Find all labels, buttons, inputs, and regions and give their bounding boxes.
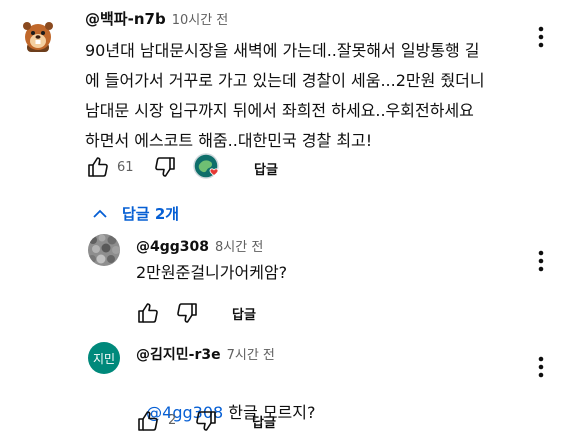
dislike-button[interactable] — [152, 154, 178, 180]
comment-more-button[interactable] — [529, 25, 553, 49]
reply-timestamp[interactable]: 7시간 전 — [227, 344, 275, 363]
more-vert-icon — [538, 250, 544, 272]
thumbs-down-icon — [177, 303, 197, 323]
dislike-button[interactable] — [174, 300, 200, 326]
like-button[interactable] — [135, 408, 161, 434]
comment-body: 90년대 남대문시장을 새벽에 가는데..잘못해서 일방통행 길 에 들어가서 … — [85, 36, 530, 156]
comment-line: 하면서 에스코트 해줌..대한민국 경찰 최고! — [85, 131, 373, 150]
comment-line: 에 들어가서 거꾸로 가고 있는데 경찰이 세움...2만원 줬더니 — [85, 71, 485, 90]
reply-author-handle[interactable]: @김지민-r3e — [136, 344, 221, 364]
reply-timestamp[interactable]: 8시간 전 — [215, 236, 263, 255]
reply-header: @4gg308 8시간 전 — [136, 236, 263, 255]
chevron-up-icon — [93, 209, 107, 218]
reply-button[interactable]: 답글 — [232, 304, 256, 323]
gravel-avatar-icon — [88, 234, 120, 266]
reply-avatar[interactable] — [88, 234, 120, 266]
thumbs-up-icon — [138, 411, 158, 431]
replies-toggle-label: 답글 2개 — [122, 205, 180, 223]
thumbs-up-icon — [138, 303, 158, 323]
more-vert-icon — [538, 26, 544, 48]
thumbs-down-icon — [155, 157, 175, 177]
like-count: 2 — [168, 413, 177, 428]
dislike-button[interactable] — [193, 408, 219, 434]
like-count: 61 — [117, 160, 134, 175]
reply-header: @김지민-r3e 7시간 전 — [136, 344, 275, 364]
comment-timestamp[interactable]: 10시간 전 — [172, 9, 229, 28]
reply-text: @4gg308 한글 모르지? — [136, 368, 315, 428]
comment-avatar[interactable] — [18, 15, 58, 55]
reply-button[interactable]: 답글 — [252, 412, 276, 431]
reply-avatar[interactable]: 지민 — [88, 342, 120, 374]
comment-line: 90년대 남대문시장을 새벽에 가는데..잘못해서 일방통행 길 — [85, 41, 480, 60]
comment-author-handle[interactable]: @백파-n7b — [85, 8, 166, 29]
creator-heart-badge[interactable] — [193, 153, 223, 183]
creator-avatar-heart-icon — [193, 153, 219, 179]
comment-line: 남대문 시장 입구까지 뒤에서 좌희전 하세요..우회전하세요 — [85, 101, 474, 120]
reply-more-button[interactable] — [529, 249, 553, 273]
reply-author-handle[interactable]: @4gg308 — [136, 239, 209, 255]
reply-text: 2만원준걸니가어케암? — [136, 263, 288, 282]
like-button[interactable] — [135, 300, 161, 326]
beaver-avatar-icon — [23, 22, 53, 52]
thumbs-down-icon — [196, 411, 216, 431]
like-button[interactable] — [85, 154, 111, 180]
reply-more-button[interactable] — [529, 355, 553, 379]
comment-header: @백파-n7b 10시간 전 — [85, 8, 228, 29]
thumbs-up-icon — [88, 157, 108, 177]
reply-button[interactable]: 답글 — [254, 159, 278, 178]
more-vert-icon — [538, 356, 544, 378]
replies-toggle[interactable]: 답글 2개 — [92, 203, 179, 224]
avatar-initials: 지민 — [92, 351, 116, 366]
